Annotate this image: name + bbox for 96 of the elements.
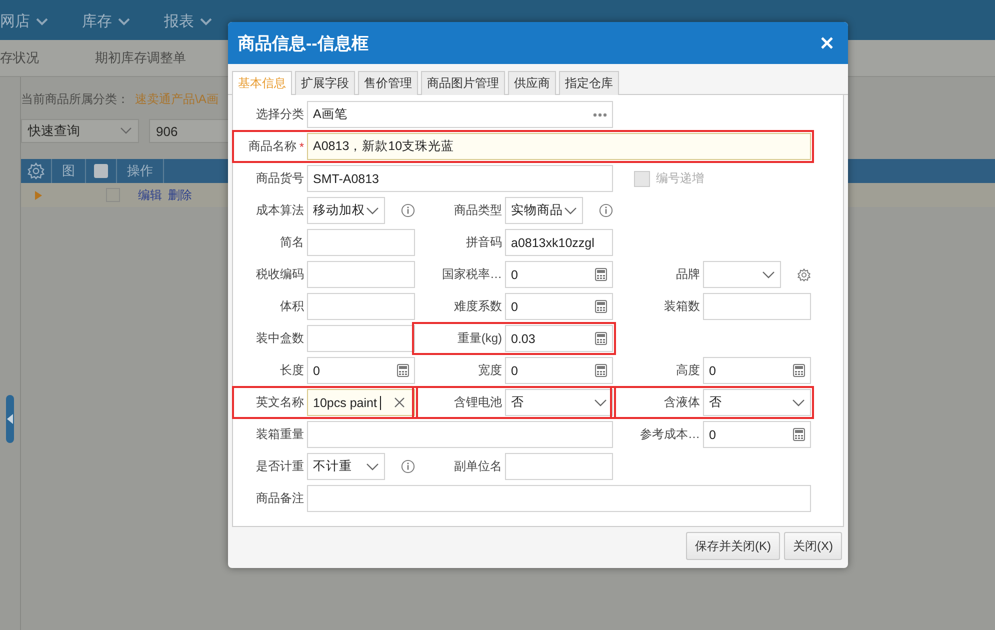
chevron-down-icon: [792, 398, 805, 406]
input-field[interactable]: A画笔: [307, 101, 613, 128]
select-field[interactable]: 移动加权: [307, 197, 385, 224]
field-label: 含液体: [664, 394, 700, 411]
field-label: 是否计重: [256, 458, 304, 475]
field-label: 长度: [280, 362, 304, 379]
calculator-icon[interactable]: [595, 364, 607, 377]
field-label: 副单位名: [454, 458, 502, 475]
dialog-button[interactable]: 保存并关闭(K): [686, 532, 780, 560]
input-field[interactable]: [307, 325, 415, 352]
field-label: 难度系数: [454, 298, 502, 315]
close-icon[interactable]: [820, 36, 834, 50]
input-field[interactable]: a0813xk10zzgl: [505, 229, 613, 256]
chevron-down-icon: [120, 127, 132, 135]
calculator-icon[interactable]: [595, 332, 607, 345]
chevron-down-icon: [564, 206, 577, 214]
input-field[interactable]: [307, 293, 415, 320]
calculator-icon[interactable]: [595, 268, 607, 281]
calculator-icon[interactable]: [793, 428, 805, 441]
field-label: 重量(kg): [457, 330, 502, 347]
field-label: 参考成本…: [640, 426, 700, 443]
field-label: 简名: [280, 234, 304, 251]
chevron-down-icon: [762, 270, 775, 278]
tab[interactable]: 扩展字段: [295, 71, 355, 95]
tab[interactable]: 指定仓库: [559, 71, 619, 95]
field-label: 体积: [280, 298, 304, 315]
select-field[interactable]: 否: [505, 389, 613, 416]
info-icon[interactable]: [599, 203, 613, 218]
tab[interactable]: 商品图片管理: [421, 71, 505, 95]
row-action-link[interactable]: 删除: [168, 186, 192, 204]
more-icon[interactable]: [593, 112, 607, 116]
checkbox-label: 编号递增: [656, 170, 704, 187]
tab[interactable]: 供应商: [508, 71, 556, 95]
input-field[interactable]: [505, 453, 613, 480]
clear-icon[interactable]: [394, 397, 405, 408]
input-field[interactable]: 0: [307, 357, 415, 384]
select-field[interactable]: 不计重: [307, 453, 385, 480]
field-label: 商品类型: [454, 202, 502, 219]
query-mode-select[interactable]: 快速查询: [21, 119, 139, 143]
select-all-checkbox[interactable]: [94, 164, 108, 178]
settings-icon[interactable]: [797, 266, 811, 282]
field-label: 高度: [676, 362, 700, 379]
input-field[interactable]: [703, 293, 811, 320]
input-field[interactable]: [307, 229, 415, 256]
category-label: 当前商品所属分类：: [21, 90, 129, 108]
page-tab[interactable]: 期初库存调整单: [95, 49, 186, 67]
input-field[interactable]: 0: [505, 293, 613, 320]
field-label: 商品备注: [256, 490, 304, 507]
dialog-button[interactable]: 关闭(X): [784, 532, 842, 560]
input-field[interactable]: 10pcs paint: [307, 389, 415, 416]
page-tab[interactable]: 存状况: [0, 49, 39, 67]
input-field[interactable]: 0: [703, 421, 811, 448]
field-label: 选择分类: [256, 106, 304, 123]
field-label: 装中盒数: [256, 330, 304, 347]
dialog-title: 商品信息--信息框: [238, 32, 368, 54]
field-label: 品牌: [676, 266, 700, 283]
calculator-icon[interactable]: [793, 364, 805, 377]
select-field[interactable]: [703, 261, 781, 288]
input-field[interactable]: [307, 485, 811, 512]
field-label: 国家税率…: [442, 266, 502, 283]
field-label: 拼音码: [466, 234, 502, 251]
collapse-handle[interactable]: [6, 394, 14, 442]
chevron-down-icon: [200, 18, 212, 26]
field-label: 成本算法: [256, 202, 304, 219]
input-field[interactable]: 0: [505, 357, 613, 384]
info-icon[interactable]: [401, 459, 415, 474]
chevron-down-icon: [36, 18, 48, 26]
field-label: 商品货号: [256, 170, 304, 187]
field-label: 商品名称: [248, 138, 296, 155]
field-label: 装箱重量: [256, 426, 304, 443]
settings-icon[interactable]: [27, 162, 45, 180]
row-action-link[interactable]: 编辑: [138, 186, 162, 204]
input-field[interactable]: [307, 421, 613, 448]
field-label: 装箱数: [664, 298, 700, 315]
chevron-down-icon: [366, 206, 379, 214]
select-field[interactable]: 否: [703, 389, 811, 416]
input-field[interactable]: 0.03: [505, 325, 613, 352]
select-field[interactable]: 实物商品: [505, 197, 583, 224]
chevron-down-icon: [118, 18, 130, 26]
tab[interactable]: 售价管理: [358, 71, 418, 95]
field-label: 含锂电池: [454, 394, 502, 411]
calculator-icon[interactable]: [397, 364, 409, 377]
input-field[interactable]: [307, 261, 415, 288]
input-field[interactable]: 0: [703, 357, 811, 384]
input-field[interactable]: A0813，新款10支珠光蓝: [307, 133, 811, 160]
field-label: 税收编码: [256, 266, 304, 283]
input-field[interactable]: 0: [505, 261, 613, 288]
info-icon[interactable]: [401, 203, 415, 218]
required-mark: *: [299, 140, 304, 154]
calculator-icon[interactable]: [595, 300, 607, 313]
chevron-down-icon: [594, 398, 607, 406]
field-label: 宽度: [478, 362, 502, 379]
field-label: 英文名称: [256, 394, 304, 411]
row-arrow-icon: [35, 190, 42, 200]
input-field[interactable]: SMT-A0813: [307, 165, 613, 192]
chevron-down-icon: [366, 462, 379, 470]
